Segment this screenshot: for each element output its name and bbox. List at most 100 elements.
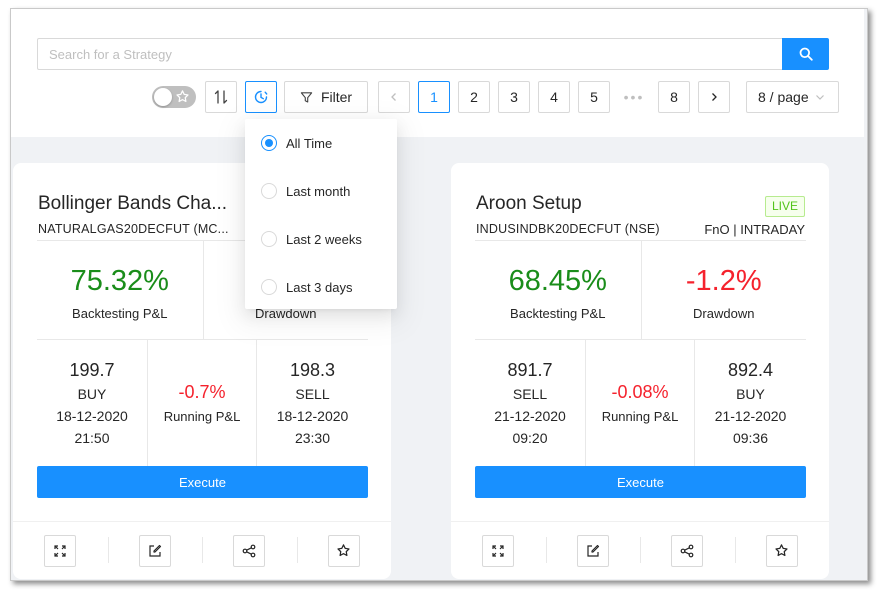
edit-button[interactable] (576, 534, 609, 567)
app-window: Filter 1 2 3 4 5 ••• 8 8 / page (10, 8, 868, 581)
page-size-select[interactable]: 8 / page (746, 81, 839, 113)
strategy-segment: FnO | INTRADAY (704, 222, 805, 237)
radio[interactable] (261, 183, 277, 199)
entry-date: 18-12-2020 (56, 408, 128, 424)
time-option-label: Last month (286, 183, 351, 199)
backtesting-pnl-label: Backtesting P&L (72, 306, 168, 321)
search-button[interactable] (782, 38, 829, 70)
exit-trade: 198.3 SELL 18-12-2020 23:30 (257, 340, 368, 466)
share-button[interactable] (233, 534, 266, 567)
pagination-page-last[interactable]: 8 (658, 81, 690, 113)
exit-time: 09:36 (732, 430, 769, 446)
card-actions (451, 521, 829, 579)
backtesting-pnl-label: Backtesting P&L (510, 306, 606, 321)
favorite-button[interactable] (765, 534, 798, 567)
top-bar: Filter 1 2 3 4 5 ••• 8 8 / page (11, 9, 864, 137)
time-filter-dropdown: All Time Last month Last 2 weeks Last 3 … (245, 119, 397, 309)
time-option-last-2-weeks[interactable]: Last 2 weeks (261, 229, 362, 249)
radio-checked[interactable] (261, 135, 277, 151)
backtesting-pnl-value: 68.45% (508, 265, 607, 297)
pagination-page-4[interactable]: 4 (538, 81, 570, 113)
time-option-label: Last 2 weeks (286, 231, 362, 247)
time-option-label: Last 3 days (286, 279, 353, 295)
drawdown-label: Drawdown (693, 306, 755, 321)
expand-button[interactable] (482, 534, 515, 567)
search-bar (37, 38, 829, 70)
expand-button[interactable] (44, 534, 77, 567)
backtesting-pnl-stat: 68.45% Backtesting P&L (475, 241, 641, 339)
execute-button[interactable]: Execute (475, 466, 806, 498)
exit-date: 18-12-2020 (276, 408, 349, 424)
entry-price: 199.7 (69, 360, 115, 380)
strategy-title[interactable]: Bollinger Bands Cha... (38, 193, 227, 215)
execute-button[interactable]: Execute (37, 466, 368, 498)
filter-label: Filter (320, 89, 353, 105)
pagination-next[interactable] (698, 81, 730, 113)
filter-button[interactable]: Filter (284, 81, 368, 113)
history-icon (254, 90, 268, 104)
expand-icon (54, 544, 66, 557)
card-actions (13, 521, 391, 579)
pagination-page-2[interactable]: 2 (458, 81, 490, 113)
strategy-card: Aroon Setup LIVE INDUSINDBK20DECFUT (NSE… (451, 163, 829, 579)
entry-side: BUY (77, 386, 107, 402)
radio[interactable] (261, 279, 277, 295)
exit-date: 21-12-2020 (714, 408, 787, 424)
time-filter-button[interactable] (245, 81, 277, 113)
drawdown-value: -1.2% (685, 265, 762, 297)
live-badge: LIVE (764, 196, 805, 217)
toggle-knob (154, 88, 172, 106)
time-option-all-time[interactable]: All Time (261, 133, 332, 153)
favorite-button[interactable] (327, 534, 360, 567)
pagination-page-3[interactable]: 3 (498, 81, 530, 113)
chevron-down-icon (815, 95, 824, 100)
running-pnl-stat: -0.08% Running P&L (585, 340, 695, 466)
running-pnl-value: -0.7% (178, 382, 226, 402)
share-icon (242, 544, 256, 557)
star-icon (176, 90, 189, 103)
toolbar: Filter 1 2 3 4 5 ••• 8 8 / page (11, 81, 864, 113)
pagination-prev[interactable] (378, 81, 410, 113)
chevron-left-icon (391, 93, 396, 101)
edit-icon (149, 544, 161, 557)
entry-trade: 199.7 BUY 18-12-2020 21:50 (37, 340, 147, 466)
exit-side: BUY (736, 386, 765, 402)
star-icon (775, 544, 788, 557)
exit-side: SELL (295, 386, 330, 402)
time-option-last-month[interactable]: Last month (261, 181, 350, 201)
exit-time: 23:30 (294, 430, 331, 446)
search-input[interactable] (37, 38, 782, 70)
sort-button[interactable] (205, 81, 237, 113)
share-button[interactable] (671, 534, 704, 567)
star-icon (337, 544, 350, 557)
page-size-value: 8 / page (758, 89, 809, 105)
radio[interactable] (261, 231, 277, 247)
entry-time: 21:50 (74, 430, 110, 446)
strategy-title[interactable]: Aroon Setup (476, 193, 582, 215)
filter-icon (300, 91, 313, 103)
running-pnl-label: Running P&L (163, 409, 241, 424)
share-icon (680, 544, 694, 557)
entry-price: 891.7 (507, 360, 553, 380)
running-pnl-stat: -0.7% Running P&L (147, 340, 257, 466)
exit-price: 198.3 (289, 360, 336, 380)
edit-button[interactable] (138, 534, 171, 567)
pagination-page-1[interactable]: 1 (418, 81, 450, 113)
trade-stats: 891.7 SELL 21-12-2020 09:20 -0.08% Runni… (475, 340, 806, 466)
time-option-last-3-days[interactable]: Last 3 days (261, 277, 353, 297)
drawdown-stat: -1.2% Drawdown (640, 241, 807, 339)
time-option-label: All Time (286, 135, 333, 151)
exit-trade: 892.4 BUY 21-12-2020 09:36 (695, 340, 806, 466)
running-pnl-label: Running P&L (601, 409, 679, 424)
entry-time: 09:20 (512, 430, 548, 446)
strategy-symbol: INDUSINDBK20DECFUT (NSE) (476, 222, 660, 236)
backtesting-pnl-stat: 75.32% Backtesting P&L (37, 241, 203, 339)
backtesting-pnl-value: 75.32% (70, 265, 169, 297)
pagination-jump-next[interactable]: ••• (618, 81, 650, 113)
chevron-right-icon (712, 93, 717, 101)
favorites-toggle[interactable] (152, 86, 196, 108)
pagination-page-5[interactable]: 5 (578, 81, 610, 113)
expand-icon (492, 544, 504, 557)
strategy-symbol: NATURALGAS20DECFUT (MC... (38, 222, 229, 236)
backtest-stats: 68.45% Backtesting P&L -1.2% Drawdown (475, 240, 806, 340)
